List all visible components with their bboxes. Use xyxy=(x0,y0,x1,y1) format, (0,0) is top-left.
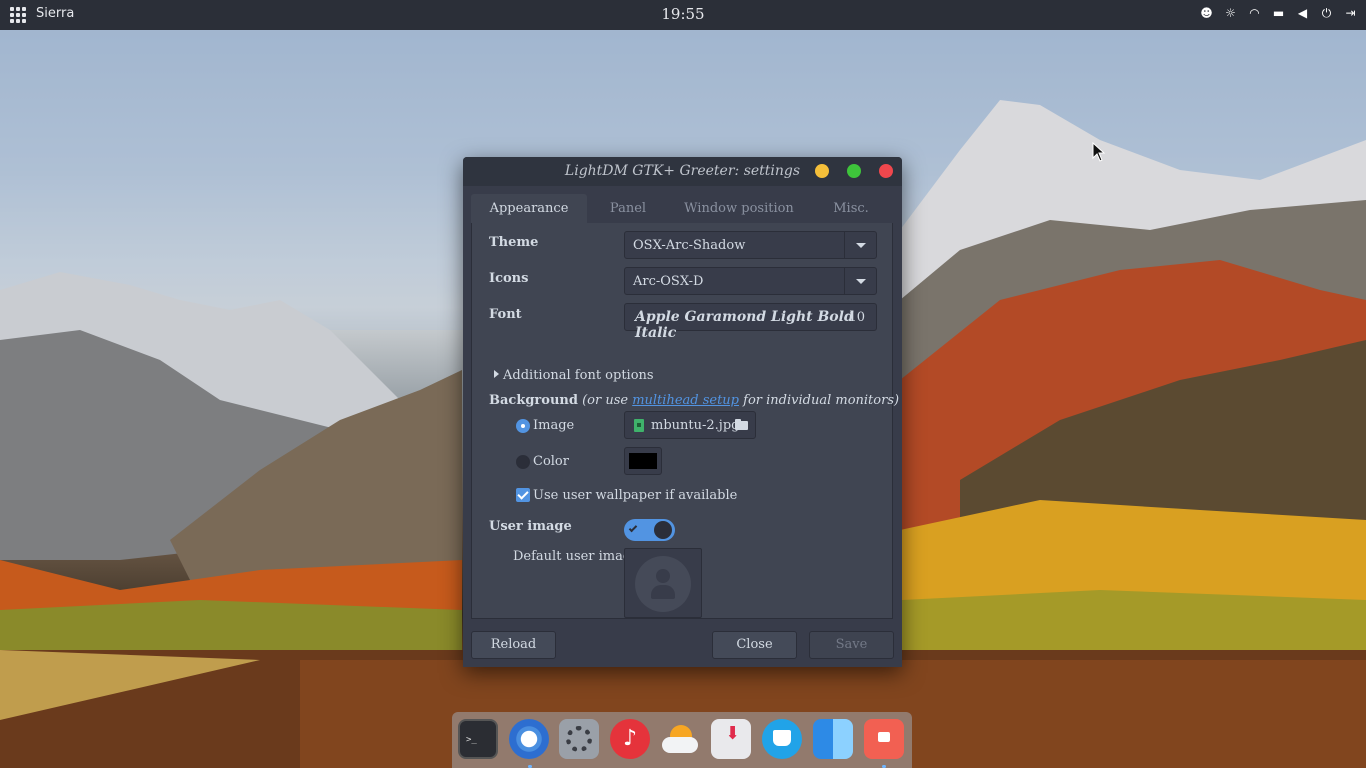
additional-font-options-expander[interactable]: Additional font options xyxy=(494,368,654,383)
theme-combo[interactable]: OSX-Arc-Shadow xyxy=(624,231,877,259)
use-user-wallpaper-checkbox[interactable] xyxy=(516,488,530,502)
music-icon[interactable]: ♪ xyxy=(610,719,650,759)
chromium-icon[interactable] xyxy=(509,719,549,759)
terminal-icon[interactable]: >_ xyxy=(458,719,498,759)
icons-value: Arc-OSX-D xyxy=(633,274,704,289)
image-radio-label[interactable]: Image xyxy=(533,418,574,433)
power-menu-icon[interactable]: ⏻ xyxy=(1319,6,1334,21)
default-user-image-button[interactable] xyxy=(624,548,702,618)
tab-panel[interactable]: Panel xyxy=(587,194,669,223)
color-radio-label[interactable]: Color xyxy=(533,454,569,469)
system-tray: ☻ ☼ ◠ ▬ ◀ ⏻ ⇥ xyxy=(1199,6,1358,21)
font-name: Apple Garamond Light Bold Italic xyxy=(635,309,854,341)
switch-knob xyxy=(654,521,672,539)
user-image-label: User image xyxy=(489,519,572,534)
multihead-setup-link[interactable]: multihead setup xyxy=(632,393,739,408)
theme-value: OSX-Arc-Shadow xyxy=(633,238,746,253)
theme-label: Theme xyxy=(489,235,539,250)
background-hint-suffix: for individual monitors) xyxy=(743,393,900,408)
minimize-button[interactable] xyxy=(815,164,829,178)
face-icon[interactable]: ☻ xyxy=(1199,6,1214,21)
reload-button[interactable]: Reload xyxy=(471,631,556,659)
keyring-icon[interactable] xyxy=(864,719,904,759)
installer-icon[interactable]: ⬇ xyxy=(711,719,751,759)
appearance-page: Theme OSX-Arc-Shadow Icons Arc-OSX-D Fon… xyxy=(471,223,899,619)
wifi-icon[interactable]: ◠ xyxy=(1247,6,1262,21)
icons-label: Icons xyxy=(489,271,529,286)
tab-appearance[interactable]: Appearance xyxy=(471,194,587,223)
background-color-button[interactable] xyxy=(624,447,662,475)
background-file-name: mbuntu-2.jpg xyxy=(651,418,740,433)
weather-icon[interactable] xyxy=(660,719,700,759)
brightness-icon[interactable]: ☼ xyxy=(1223,6,1238,21)
mouse-cursor-icon xyxy=(1092,142,1106,162)
font-label: Font xyxy=(489,307,522,322)
close-button[interactable]: Close xyxy=(712,631,797,659)
window-titlebar[interactable]: LightDM GTK+ Greeter: settings xyxy=(463,157,902,186)
volume-icon[interactable]: ◀ xyxy=(1295,6,1310,21)
top-panel: Sierra 19:55 ☻ ☼ ◠ ▬ ◀ ⏻ ⇥ xyxy=(0,0,1366,30)
battery-icon[interactable]: ▬ xyxy=(1271,6,1286,21)
font-size: 10 xyxy=(848,310,865,325)
background-row: Background (or use multihead setup for i… xyxy=(489,393,899,408)
tab-misc[interactable]: Misc. xyxy=(809,194,893,223)
teapot-icon[interactable] xyxy=(762,719,802,759)
color-swatch xyxy=(629,453,657,469)
save-button[interactable]: Save xyxy=(809,631,894,659)
default-user-image-label: Default user image xyxy=(513,549,639,564)
maximize-button[interactable] xyxy=(847,164,861,178)
dock: >_ ♪ ⬇ xyxy=(452,712,912,768)
background-hint-prefix: (or use xyxy=(582,393,629,408)
background-label: Background xyxy=(489,393,578,408)
chevron-down-icon xyxy=(856,279,866,284)
user-image-switch[interactable] xyxy=(624,519,675,541)
settings-notebook: Appearance Panel Window position Misc. T… xyxy=(471,194,899,619)
background-file-chooser[interactable]: mbuntu-2.jpg xyxy=(624,411,756,439)
icons-combo[interactable]: Arc-OSX-D xyxy=(624,267,877,295)
logout-icon[interactable]: ⇥ xyxy=(1343,6,1358,21)
image-file-icon xyxy=(634,419,644,432)
settings-window: LightDM GTK+ Greeter: settings Appearanc… xyxy=(463,157,902,667)
tab-bar: Appearance Panel Window position Misc. xyxy=(471,194,893,223)
window-title: LightDM GTK+ Greeter: settings xyxy=(564,163,801,179)
check-icon xyxy=(628,523,638,533)
folder-icon xyxy=(735,419,748,430)
use-user-wallpaper-label[interactable]: Use user wallpaper if available xyxy=(533,488,737,503)
close-window-button[interactable] xyxy=(879,164,893,178)
system-settings-icon[interactable] xyxy=(559,719,599,759)
avatar-placeholder-icon xyxy=(635,556,691,612)
finder-icon[interactable] xyxy=(813,719,853,759)
clock[interactable]: 19:55 xyxy=(0,5,1366,23)
image-radio[interactable] xyxy=(516,419,530,433)
additional-font-options-label: Additional font options xyxy=(503,368,654,383)
tab-window-position[interactable]: Window position xyxy=(669,194,809,223)
chevron-down-icon xyxy=(856,243,866,248)
color-radio[interactable] xyxy=(516,455,530,469)
font-button[interactable]: Apple Garamond Light Bold Italic 10 xyxy=(624,303,877,341)
expander-arrow-icon xyxy=(494,370,499,378)
